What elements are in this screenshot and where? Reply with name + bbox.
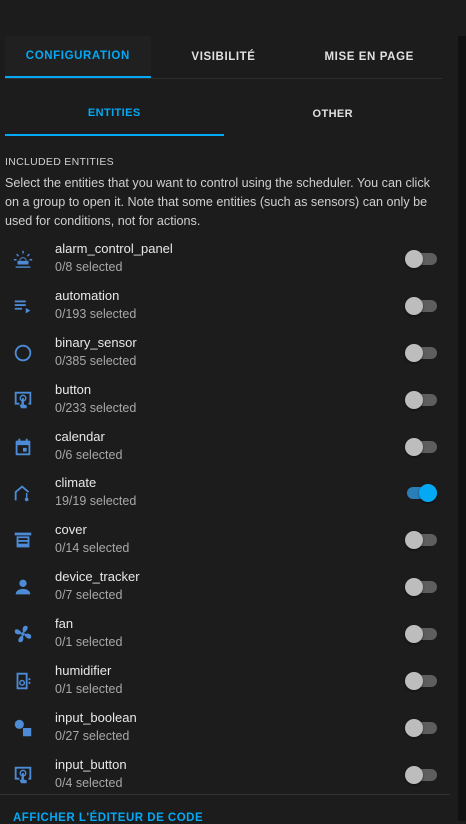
subtab-entities[interactable]: ENTITIES (5, 92, 224, 136)
circle-outline-icon (12, 342, 34, 364)
entity-group-row[interactable]: input_boolean 0/27 selected (0, 707, 458, 754)
entity-group-toggle[interactable] (405, 343, 437, 362)
entity-group-toggle[interactable] (405, 250, 437, 268)
entity-group-row[interactable]: button 0/233 selected (0, 379, 458, 426)
entity-group-count: 0/233 selected (55, 400, 137, 415)
entity-group-name: cover (55, 522, 87, 538)
entity-group-name: climate (55, 475, 97, 491)
entity-group-count: 0/7 selected (55, 588, 123, 603)
air-humidifier-icon (12, 670, 34, 692)
entity-group-name: humidifier (55, 663, 112, 679)
entity-group-count: 0/14 selected (55, 541, 130, 556)
entity-group-count: 0/385 selected (55, 353, 137, 368)
entity-group-row[interactable]: alarm_control_panel 0/8 selected (0, 238, 458, 285)
account-icon (12, 576, 34, 598)
home-thermometer-icon (12, 482, 34, 504)
tab-layout[interactable]: MISE EN PAGE (296, 36, 442, 78)
entity-group-toggle[interactable] (405, 484, 437, 503)
entity-group-count: 0/1 selected (55, 682, 123, 697)
fan-icon (12, 623, 34, 645)
entity-group-toggle[interactable] (405, 718, 437, 737)
playlist-play-icon (12, 295, 34, 317)
entity-group-name: button (55, 381, 92, 397)
section-title: INCLUDED ENTITIES (5, 156, 114, 168)
entity-group-toggle[interactable] (405, 625, 437, 644)
entity-group-row[interactable]: binary_sensor 0/385 selected (0, 332, 458, 379)
entity-group-toggle[interactable] (405, 578, 437, 597)
entity-group-toggle[interactable] (405, 437, 437, 456)
gesture-tap-button-icon (12, 389, 34, 411)
entity-group-row[interactable]: climate 19/19 selected (0, 472, 458, 519)
subtab-other[interactable]: OTHER (224, 92, 443, 136)
entity-group-name: calendar (55, 428, 105, 444)
entity-group-count: 0/4 selected (55, 775, 123, 790)
entity-group-row[interactable]: fan 0/1 selected (0, 613, 458, 660)
entity-group-name: input_boolean (55, 709, 137, 725)
config-subtabs: ENTITIES OTHER (5, 92, 442, 136)
entity-group-toggle[interactable] (405, 765, 437, 784)
card-editor-panel: CONFIGURATION VISIBILITÉ MISE EN PAGE EN… (0, 0, 458, 824)
entity-group-count: 0/8 selected (55, 260, 123, 274)
entity-group-name: device_tracker (55, 569, 140, 585)
entity-group-row[interactable]: calendar 0/6 selected (0, 426, 458, 473)
entity-group-row[interactable]: humidifier 0/1 selected (0, 660, 458, 707)
entity-group-count: 19/19 selected (55, 494, 137, 509)
tab-configuration[interactable]: CONFIGURATION (5, 36, 151, 78)
entity-group-name: alarm_control_panel (55, 241, 173, 256)
entity-group-list: alarm_control_panel 0/8 selected automat… (0, 238, 458, 801)
entity-group-count: 0/1 selected (55, 635, 123, 650)
tab-visibility[interactable]: VISIBILITÉ (151, 36, 297, 78)
calendar-icon (12, 436, 34, 458)
entity-group-name: fan (55, 616, 74, 632)
entity-group-count: 0/193 selected (55, 306, 137, 321)
entity-group-name: binary_sensor (55, 334, 137, 350)
toggle-shapes-icon (12, 717, 34, 739)
show-code-editor-button[interactable]: AFFICHER L'ÉDITEUR DE CODE (13, 812, 203, 824)
footer-divider (0, 794, 450, 795)
entity-group-name: automation (55, 287, 120, 303)
entity-group-count: 0/6 selected (55, 447, 123, 462)
entity-group-toggle[interactable] (405, 672, 437, 691)
entity-group-row[interactable]: automation 0/193 selected (0, 285, 458, 332)
entity-group-row[interactable]: device_tracker 0/7 selected (0, 566, 458, 613)
entity-group-toggle[interactable] (405, 296, 437, 315)
editor-tabs: CONFIGURATION VISIBILITÉ MISE EN PAGE (5, 36, 442, 79)
window-shutter-icon (12, 529, 34, 551)
entity-group-name: input_button (55, 756, 127, 772)
section-description: Select the entities that you want to con… (5, 176, 430, 228)
entity-group-count: 0/27 selected (55, 728, 130, 743)
entity-group-toggle[interactable] (405, 531, 437, 550)
alarm-light-icon (12, 248, 34, 270)
entity-group-toggle[interactable] (405, 390, 437, 409)
entity-group-row[interactable]: cover 0/14 selected (0, 519, 458, 566)
gesture-tap-button-icon (12, 764, 34, 786)
